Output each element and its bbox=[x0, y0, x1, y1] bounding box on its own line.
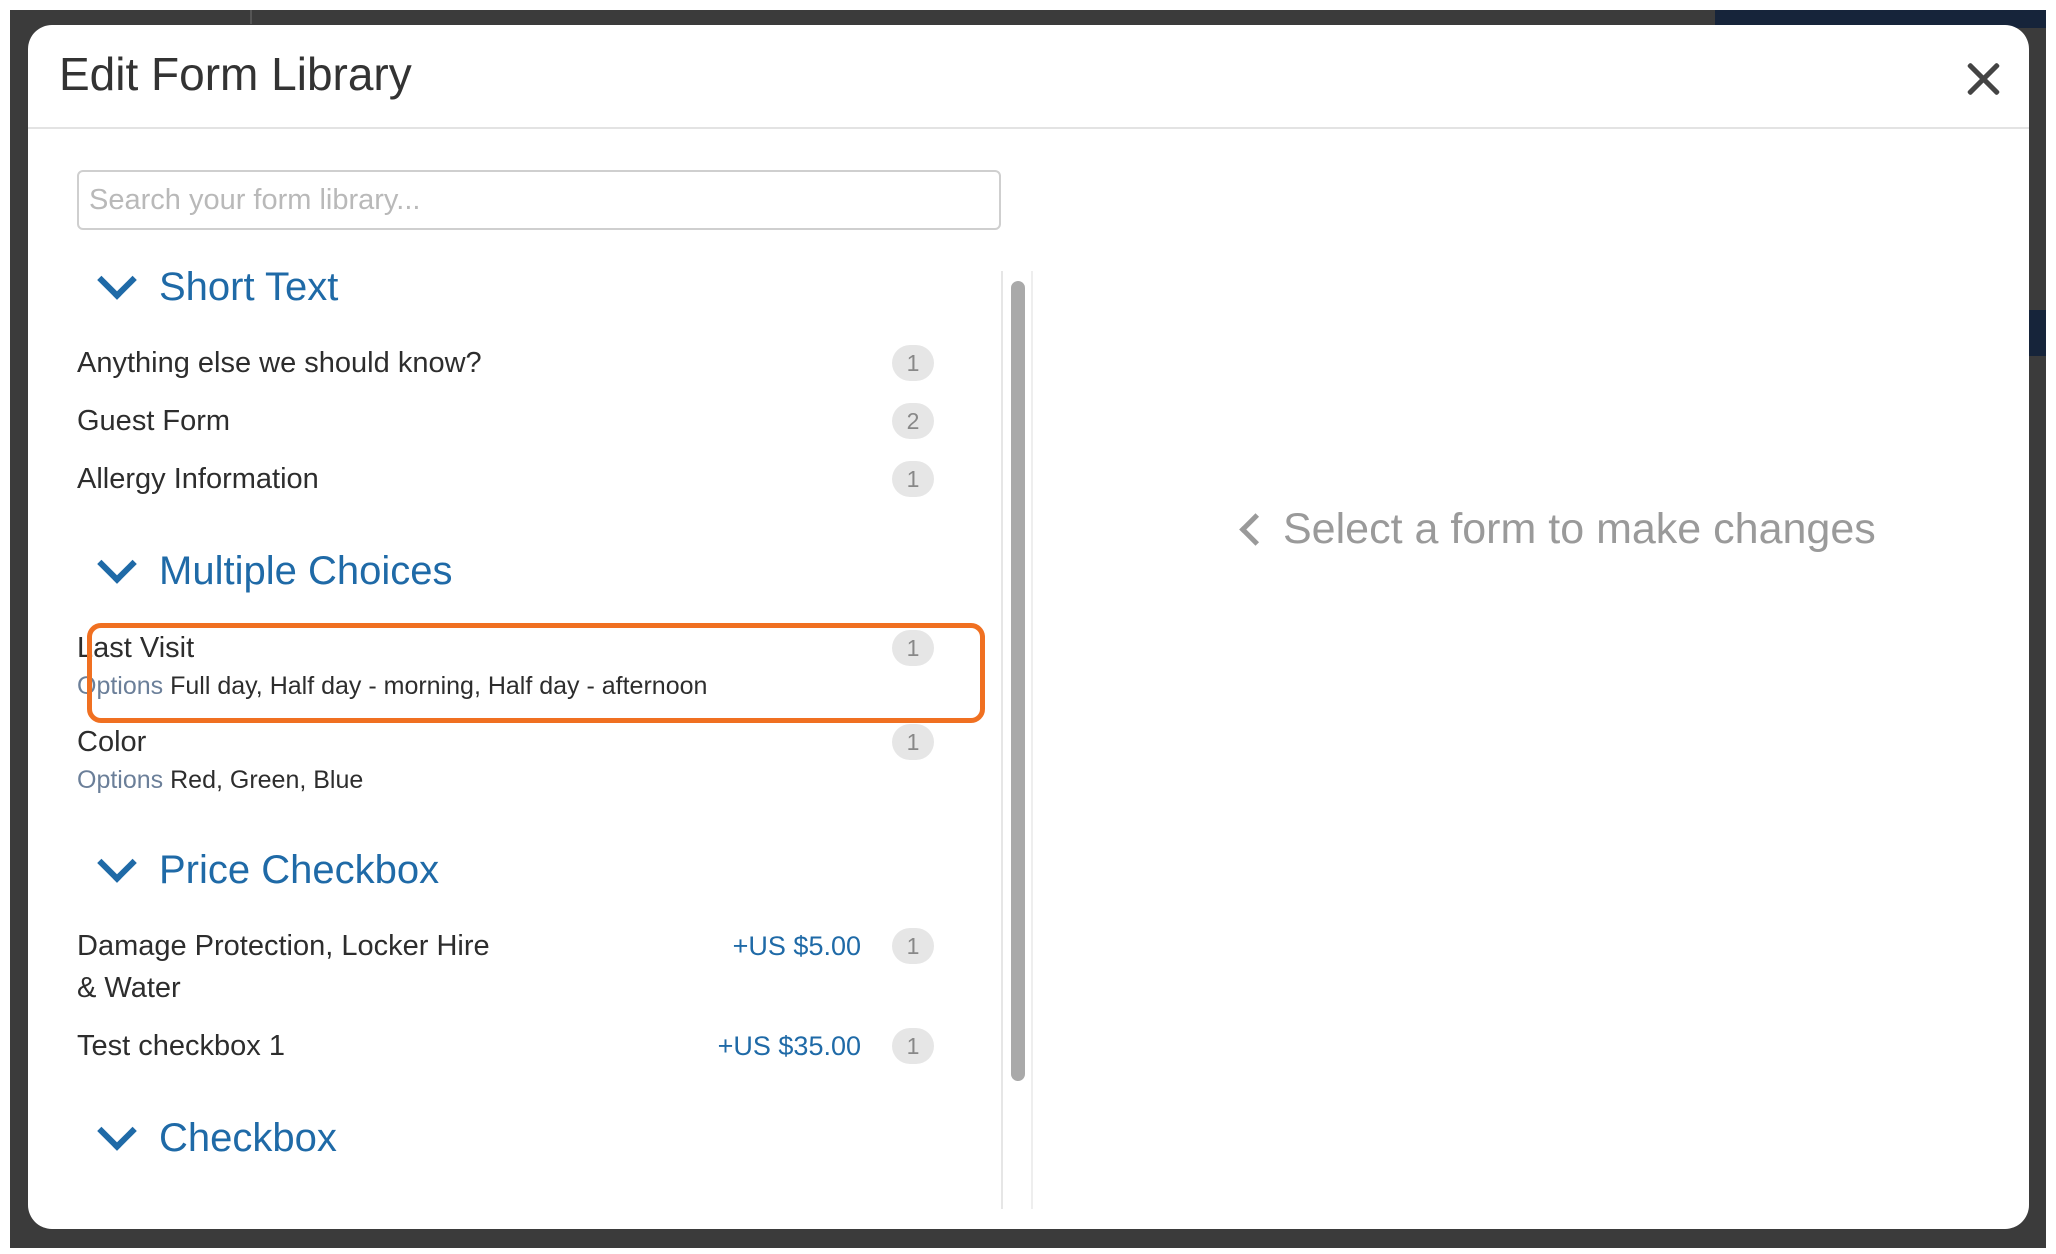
list-item[interactable]: Allergy Information 1 bbox=[77, 458, 949, 500]
modal-title: Edit Form Library bbox=[59, 48, 412, 100]
chevron-down-icon bbox=[97, 544, 137, 584]
item-price: +US $35.00 bbox=[717, 1031, 861, 1061]
section-header-checkbox[interactable]: Checkbox bbox=[97, 1111, 337, 1163]
empty-detail-text: Select a form to make changes bbox=[1283, 505, 1876, 553]
item-label: Test checkbox 1 bbox=[77, 1030, 285, 1062]
usage-count-badge: 2 bbox=[892, 403, 934, 439]
list-item[interactable]: Guest Form 2 bbox=[77, 400, 949, 442]
usage-count-badge: 1 bbox=[892, 724, 934, 760]
options-values: Red, Green, Blue bbox=[170, 766, 364, 794]
section-header-price-checkbox[interactable]: Price Checkbox bbox=[97, 843, 440, 895]
pane-divider bbox=[1031, 271, 1033, 1209]
list-item[interactable]: Damage Protection, Locker Hire & Water +… bbox=[77, 925, 949, 1009]
scrollbar-thumb[interactable] bbox=[1011, 281, 1025, 1081]
item-label: Anything else we should know? bbox=[77, 347, 482, 379]
chevron-down-icon bbox=[97, 260, 137, 300]
item-options: Options Red, Green, Blue bbox=[77, 763, 363, 797]
section-title: Multiple Choices bbox=[159, 548, 453, 593]
item-label: Damage Protection, Locker Hire & Water bbox=[77, 930, 490, 1004]
usage-count-badge: 1 bbox=[892, 630, 934, 666]
item-label: Color bbox=[77, 726, 147, 758]
options-key: Options bbox=[77, 766, 164, 794]
chevron-down-icon bbox=[97, 843, 137, 883]
usage-count-badge: 1 bbox=[892, 461, 934, 497]
section-header-short-text[interactable]: Short Text bbox=[97, 260, 339, 312]
empty-detail-message: Select a form to make changes bbox=[1236, 505, 1876, 554]
item-label: Last Visit bbox=[77, 632, 195, 664]
chevron-down-icon bbox=[97, 1111, 137, 1151]
search-input[interactable] bbox=[77, 170, 1001, 230]
list-item[interactable]: Anything else we should know? 1 bbox=[77, 342, 949, 384]
edit-form-library-modal: Edit Form Library Short Text Anything el… bbox=[28, 25, 2029, 1229]
item-label: Allergy Information bbox=[77, 463, 319, 495]
item-label: Guest Form bbox=[77, 405, 231, 437]
section-title: Short Text bbox=[159, 264, 339, 309]
app-divider bbox=[250, 10, 252, 24]
section-title: Price Checkbox bbox=[159, 847, 440, 892]
section-title: Checkbox bbox=[159, 1115, 337, 1160]
modal-header: Edit Form Library bbox=[28, 25, 2029, 129]
item-price: +US $5.00 bbox=[732, 931, 861, 961]
usage-count-badge: 1 bbox=[892, 928, 934, 964]
scrollbar-track bbox=[1001, 271, 1003, 1209]
list-item-color[interactable]: Color Options Red, Green, Blue 1 bbox=[77, 721, 949, 801]
item-options: Options Full day, Half day - morning, Ha… bbox=[77, 669, 707, 703]
usage-count-badge: 1 bbox=[892, 345, 934, 381]
usage-count-badge: 1 bbox=[892, 1028, 934, 1064]
list-item-last-visit[interactable]: Last Visit Options Full day, Half day - … bbox=[77, 627, 949, 707]
options-values: Full day, Half day - morning, Half day -… bbox=[170, 672, 708, 700]
options-key: Options bbox=[77, 672, 164, 700]
close-icon[interactable] bbox=[1958, 55, 2008, 105]
form-library-list: Short Text Anything else we should know?… bbox=[77, 247, 997, 1209]
list-item[interactable]: Test checkbox 1 +US $35.00 1 bbox=[77, 1025, 949, 1067]
chevron-left-icon bbox=[1239, 513, 1272, 546]
section-header-multiple-choices[interactable]: Multiple Choices bbox=[97, 544, 453, 596]
